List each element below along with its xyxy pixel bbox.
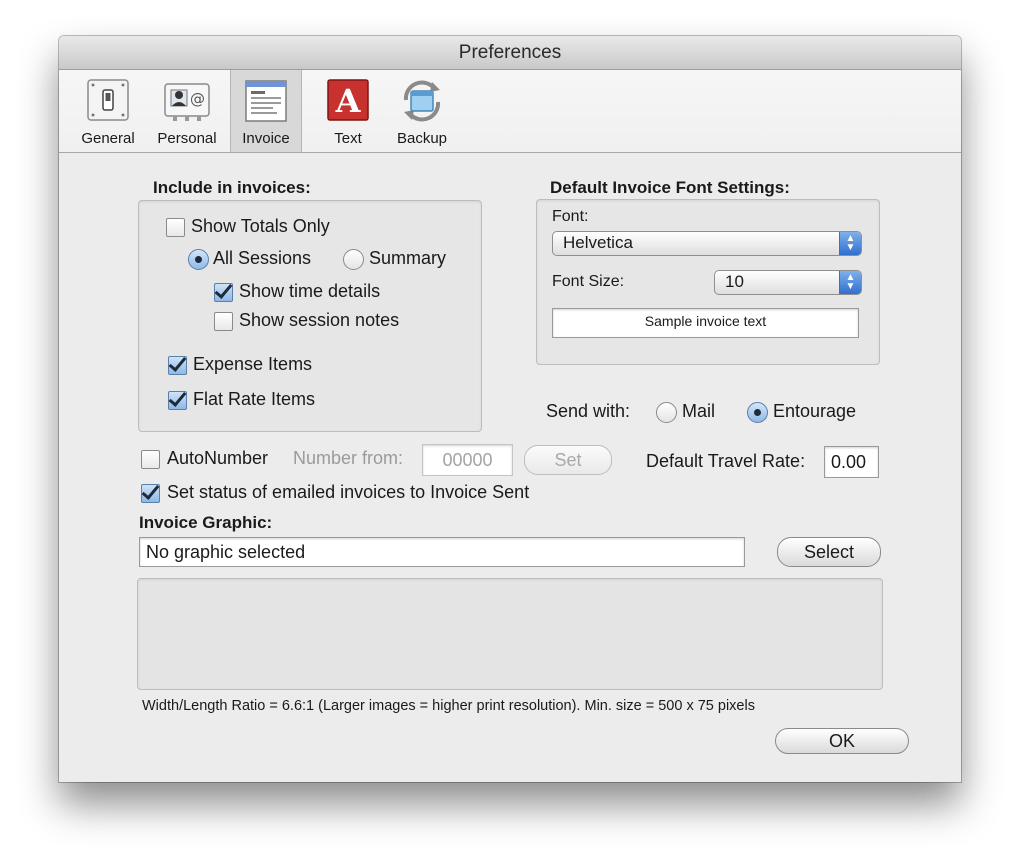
backup-sync-icon [398,78,446,129]
flat-rate-items-label: Flat Rate Items [193,389,316,409]
tab-general-label: General [81,130,135,147]
font-popup-value: Helvetica [563,233,633,252]
font-size-popup-value: 10 [725,272,744,291]
all-sessions-label: All Sessions [213,248,312,268]
graphic-path-field: No graphic selected [139,537,745,567]
popup-arrows-icon: ▲ ▼ [839,271,861,294]
svg-text:@: @ [190,90,205,108]
include-heading: Include in invoices: [153,178,311,197]
expense-items-checkbox[interactable] [168,356,187,375]
set-status-label: Set status of emailed invoices to Invoic… [167,482,530,502]
graphic-preview-area [137,578,883,690]
tab-invoice-label: Invoice [242,130,290,147]
invoice-graphic-heading: Invoice Graphic: [139,513,273,532]
window-title: Preferences [59,36,961,70]
tab-text[interactable]: A Text [316,70,380,152]
general-switch-icon [86,78,130,127]
show-totals-only-label: Show Totals Only [191,216,330,236]
tab-backup-label: Backup [396,130,448,147]
summary-radio[interactable] [343,249,364,270]
send-with-label: Send with: [546,401,631,421]
tab-backup[interactable]: Backup [389,70,455,152]
svg-text:A: A [335,82,362,120]
personal-card-icon: @ [163,78,211,127]
preferences-window: Preferences General @ Personal Invoice A… [59,36,961,782]
select-graphic-button[interactable]: Select [777,537,881,567]
entourage-label: Entourage [773,401,857,421]
ok-button[interactable]: OK [775,728,909,754]
autonumber-checkbox[interactable] [141,450,160,469]
mail-label: Mail [682,401,716,421]
tab-personal[interactable]: @ Personal [152,70,222,152]
show-time-details-checkbox[interactable] [214,283,233,302]
travel-rate-label: Default Travel Rate: [646,451,806,471]
graphic-hint-text: Width/Length Ratio = 6.6:1 (Larger image… [142,698,755,714]
font-popup[interactable]: Helvetica ▲ ▼ [552,231,862,256]
set-status-checkbox[interactable] [141,484,160,503]
tab-personal-label: Personal [157,130,217,147]
entourage-radio[interactable] [747,402,768,423]
number-from-label: Number from: [293,448,404,468]
tab-general[interactable]: General [76,70,140,152]
all-sessions-radio[interactable] [188,249,209,270]
popup-arrows-icon: ▲ ▼ [839,232,861,255]
autonumber-label: AutoNumber [167,448,269,468]
show-session-notes-checkbox[interactable] [214,312,233,331]
invoice-document-icon [243,78,289,129]
show-session-notes-label: Show session notes [239,310,400,330]
font-size-label: Font Size: [552,273,625,290]
show-time-details-label: Show time details [239,281,381,301]
text-letter-icon: A [326,78,370,127]
tab-invoice[interactable]: Invoice [230,70,302,152]
font-size-popup[interactable]: 10 ▲ ▼ [714,270,862,295]
summary-label: Summary [369,248,447,268]
font-label: Font: [552,208,589,225]
travel-rate-input[interactable]: 0.00 [824,446,879,478]
expense-items-label: Expense Items [193,354,313,374]
tab-text-label: Text [334,130,362,147]
number-from-input[interactable]: 00000 [422,444,513,476]
sample-text-box: Sample invoice text [552,308,859,338]
font-settings-heading: Default Invoice Font Settings: [550,178,790,197]
flat-rate-items-checkbox[interactable] [168,391,187,410]
mail-radio[interactable] [656,402,677,423]
show-totals-only-checkbox[interactable] [166,218,185,237]
preferences-toolbar: General @ Personal Invoice A Text Backup [59,70,961,153]
set-button[interactable]: Set [524,445,612,475]
